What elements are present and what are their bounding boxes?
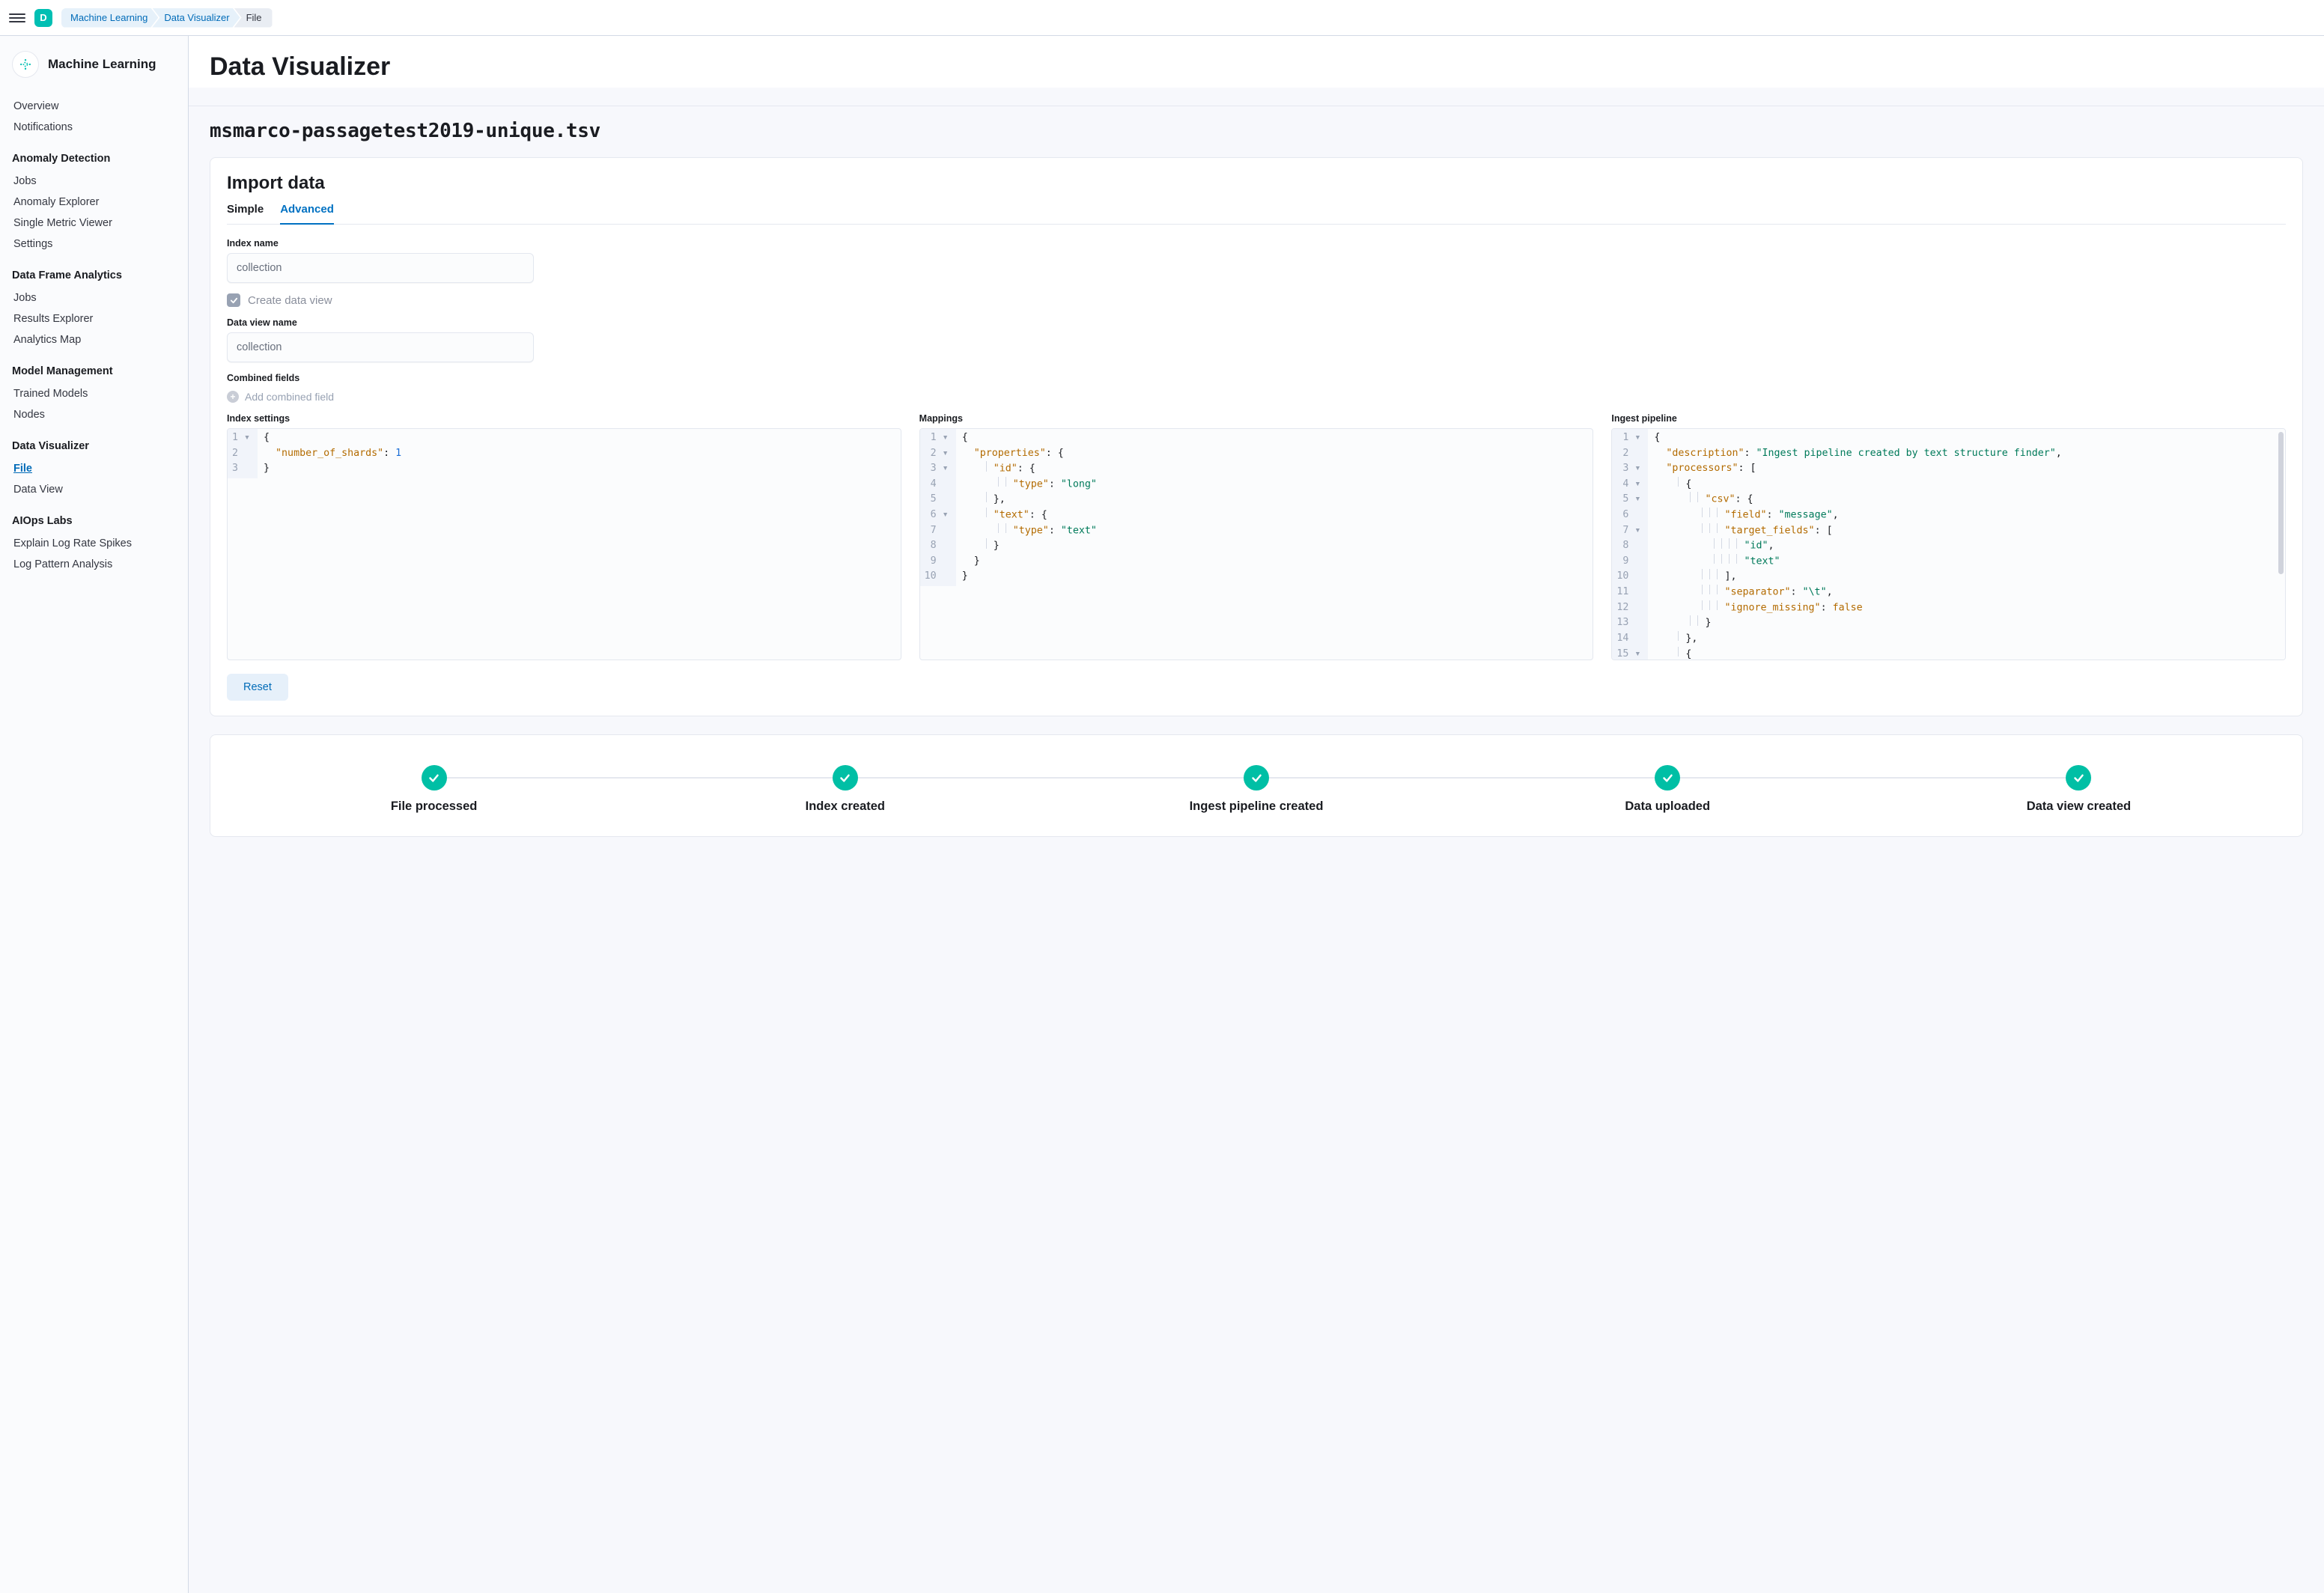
top-header: D Machine Learning Data Visualizer File (0, 0, 2324, 36)
mappings-label: Mappings (919, 413, 1594, 424)
import-data-heading: Import data (227, 173, 2286, 194)
progress-step: Data view created (1873, 765, 2284, 814)
create-data-view-checkbox[interactable] (227, 293, 240, 307)
sidebar-section-model-management: Model Management (12, 365, 176, 377)
sidebar-item-single-metric-viewer[interactable]: Single Metric Viewer (12, 213, 176, 234)
index-name-input[interactable] (227, 253, 534, 283)
progress-step: Data uploaded (1462, 765, 1873, 814)
reset-button[interactable]: Reset (227, 674, 288, 701)
progress-step: Ingest pipeline created (1050, 765, 1461, 814)
progress-step-label: Ingest pipeline created (1050, 799, 1461, 814)
progress-step-label: File processed (228, 799, 639, 814)
progress-step-label: Data uploaded (1462, 799, 1873, 814)
sidebar-item-dfa-jobs[interactable]: Jobs (12, 287, 176, 308)
progress-step: Index created (639, 765, 1050, 814)
scrollbar-thumb[interactable] (2278, 432, 2284, 574)
sidebar-item-anomaly-explorer[interactable]: Anomaly Explorer (12, 192, 176, 213)
sidebar-item-overview[interactable]: Overview (12, 96, 176, 117)
sidebar-item-results-explorer[interactable]: Results Explorer (12, 308, 176, 329)
add-combined-field-button[interactable]: + Add combined field (227, 391, 334, 403)
progress-step-label: Data view created (1873, 799, 2284, 814)
main-content: Data Visualizer msmarco-passagetest2019-… (189, 36, 2324, 1593)
tab-advanced[interactable]: Advanced (280, 203, 334, 225)
index-name-label: Index name (227, 238, 2286, 249)
sidebar-item-notifications[interactable]: Notifications (12, 117, 176, 138)
index-settings-editor[interactable]: 1 ▾2 3 { "number_of_shards": 1} (227, 428, 901, 660)
check-icon (833, 765, 858, 791)
menu-toggle-icon[interactable] (9, 10, 25, 26)
progress-steps-panel: File processedIndex createdIngest pipeli… (210, 734, 2303, 837)
add-combined-field-label: Add combined field (245, 391, 334, 403)
sidebar-item-data-view[interactable]: Data View (12, 479, 176, 500)
space-avatar[interactable]: D (34, 9, 52, 27)
ml-app-icon (12, 51, 39, 78)
import-tabs: Simple Advanced (227, 203, 2286, 225)
ingest-pipeline-editor[interactable]: 1 ▾2 3 ▾4 ▾5 ▾6 7 ▾8 9 10 11 12 13 14 15… (1611, 428, 2286, 660)
ingest-pipeline-label: Ingest pipeline (1611, 413, 2286, 424)
tab-simple[interactable]: Simple (227, 203, 264, 225)
sidebar-title: Machine Learning (48, 57, 156, 72)
check-icon (2066, 765, 2091, 791)
sidebar-item-log-pattern-analysis[interactable]: Log Pattern Analysis (12, 554, 176, 575)
breadcrumb-item[interactable]: Data Visualizer (152, 8, 240, 28)
sidebar-section-dfa: Data Frame Analytics (12, 269, 176, 281)
sidebar-item-analytics-map[interactable]: Analytics Map (12, 329, 176, 350)
sidebar-item-jobs[interactable]: Jobs (12, 171, 176, 192)
page-title: Data Visualizer (210, 52, 2303, 82)
create-data-view-label: Create data view (248, 294, 332, 307)
sidebar-item-nodes[interactable]: Nodes (12, 404, 176, 425)
sidebar-section-anomaly-detection: Anomaly Detection (12, 153, 176, 165)
sidebar-item-explain-log-rate-spikes[interactable]: Explain Log Rate Spikes (12, 533, 176, 554)
breadcrumb-item[interactable]: Machine Learning (61, 8, 158, 28)
check-icon (1244, 765, 1269, 791)
file-name-heading: msmarco-passagetest2019-unique.tsv (210, 120, 2303, 142)
sidebar: Machine Learning Overview Notifications … (0, 36, 189, 1593)
sidebar-item-file[interactable]: File (12, 458, 176, 479)
breadcrumb: Machine Learning Data Visualizer File (61, 8, 273, 28)
sidebar-section-data-visualizer: Data Visualizer (12, 440, 176, 452)
import-data-panel: Import data Simple Advanced Index name C… (210, 157, 2303, 716)
progress-step-label: Index created (639, 799, 1050, 814)
sidebar-item-trained-models[interactable]: Trained Models (12, 383, 176, 404)
check-icon (1655, 765, 1680, 791)
data-view-name-label: Data view name (227, 317, 2286, 328)
index-settings-label: Index settings (227, 413, 901, 424)
sidebar-section-aiops: AIOps Labs (12, 515, 176, 527)
sidebar-item-settings[interactable]: Settings (12, 234, 176, 255)
combined-fields-label: Combined fields (227, 373, 2286, 383)
mappings-editor[interactable]: 1 ▾2 ▾3 ▾4 5 6 ▾7 8 9 10 { "properties":… (919, 428, 1594, 660)
plus-icon: + (227, 391, 239, 403)
progress-step: File processed (228, 765, 639, 814)
data-view-name-input[interactable] (227, 332, 534, 362)
check-icon (422, 765, 447, 791)
